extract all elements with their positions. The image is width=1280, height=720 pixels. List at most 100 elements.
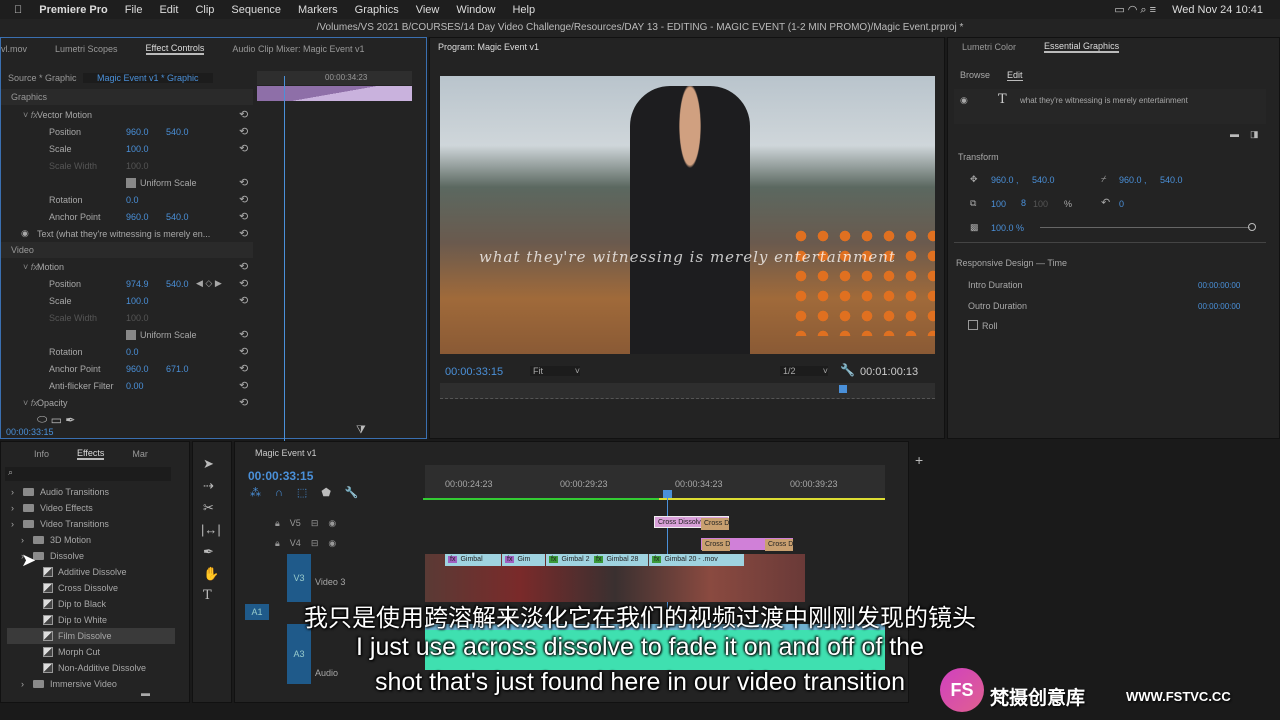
eg-anchor-y[interactable]: 540.0 bbox=[1160, 175, 1183, 185]
prop-value-x[interactable]: 960.0 bbox=[126, 364, 149, 374]
reset-icon[interactable]: ⟲ bbox=[239, 362, 248, 375]
tab-effect-controls[interactable]: Effect Controls bbox=[145, 43, 205, 55]
tab-info[interactable]: Info bbox=[34, 449, 49, 459]
clip-transition[interactable]: Cross D bbox=[701, 518, 729, 530]
sync-icon[interactable]: ⊟ bbox=[311, 538, 319, 549]
reset-icon[interactable]: ⟲ bbox=[239, 210, 248, 223]
clip-transition[interactable]: Cross D bbox=[765, 539, 793, 551]
fit-dropdown[interactable]: Fit ˅ bbox=[530, 366, 580, 376]
prop-value-y[interactable]: 540.0 bbox=[166, 212, 189, 222]
tab-effects[interactable]: Effects bbox=[77, 448, 105, 460]
rect-mask-icon[interactable]: ▭ bbox=[51, 413, 62, 427]
ripple-edit-tool-icon[interactable]: ✂ bbox=[203, 500, 214, 516]
roll-checkbox[interactable] bbox=[968, 320, 978, 330]
clip-v3[interactable]: fx Gimbal 20 - .mov bbox=[649, 554, 744, 566]
menu-markers[interactable]: Markers bbox=[298, 4, 338, 16]
outro-duration-value[interactable]: 00:00:00:00 bbox=[1198, 302, 1240, 311]
chevron-icon[interactable]: › bbox=[21, 535, 33, 545]
layer-text[interactable]: what they're witnessing is merely entert… bbox=[1020, 96, 1188, 105]
eg-anchor-x[interactable]: 960.0 , bbox=[1119, 175, 1147, 185]
tab-lumetri-scopes[interactable]: Lumetri Scopes bbox=[55, 44, 118, 54]
reset-icon[interactable]: ⟲ bbox=[239, 176, 248, 189]
program-scrubber[interactable] bbox=[440, 383, 935, 399]
ec-mini-ruler[interactable]: 00:00:34:23 bbox=[257, 71, 412, 85]
lock-icon[interactable]: 🔒︎ bbox=[275, 518, 280, 529]
reset-icon[interactable]: ⟲ bbox=[239, 345, 248, 358]
checkbox[interactable] bbox=[126, 177, 136, 188]
prop-value-y[interactable]: 540.0 bbox=[166, 127, 189, 137]
timeline-timecode[interactable]: 00:00:33:15 bbox=[248, 469, 313, 483]
opacity-slider-handle[interactable] bbox=[1248, 223, 1256, 231]
effects-list-item[interactable]: Additive Dissolve bbox=[31, 564, 127, 580]
prop-value-x[interactable]: 960.0 bbox=[126, 127, 149, 137]
clip-v3[interactable]: fx Gimbal bbox=[445, 554, 501, 566]
menu-clip[interactable]: Clip bbox=[195, 4, 214, 16]
time-ruler[interactable]: 00:00:24:23 00:00:29:23 00:00:34:23 00:0… bbox=[425, 465, 885, 500]
subtab-browse[interactable]: Browse bbox=[960, 70, 990, 80]
selection-tool-icon[interactable]: ➤ bbox=[203, 456, 214, 472]
reset-icon[interactable]: ⟲ bbox=[239, 125, 248, 138]
prop-value[interactable]: 100.0 bbox=[126, 296, 149, 306]
reset-icon[interactable]: ⟲ bbox=[239, 193, 248, 206]
reset-icon[interactable]: ⟲ bbox=[239, 379, 248, 392]
program-title[interactable]: Program: Magic Event v1 bbox=[438, 42, 539, 52]
eye-icon[interactable]: ◉ bbox=[328, 538, 336, 549]
tab-vl-mov[interactable]: vl.mov bbox=[1, 44, 27, 54]
eg-position-y[interactable]: 540.0 bbox=[1032, 175, 1055, 185]
video-frame[interactable]: what they're witnessing is merely entert… bbox=[440, 76, 935, 354]
prop-value-x[interactable]: 974.9 bbox=[126, 279, 149, 289]
pen-mask-icon[interactable]: ✒ bbox=[65, 413, 75, 427]
resolution-dropdown[interactable]: 1/2 ˅ bbox=[780, 366, 828, 376]
menu-file[interactable]: File bbox=[125, 4, 143, 16]
keyframe-nav-icon[interactable]: ◀ ◇ ▶ bbox=[196, 278, 222, 289]
timeline-tools[interactable]: ⁂∩⬚⬟🔧 bbox=[250, 486, 373, 499]
prop-value[interactable]: 0.0 bbox=[126, 195, 139, 205]
prop-value-y[interactable]: 671.0 bbox=[166, 364, 189, 374]
apple-icon[interactable]:  bbox=[14, 4, 22, 16]
reset-icon[interactable]: ⟲ bbox=[239, 396, 248, 409]
chevron-icon[interactable]: › bbox=[11, 487, 23, 497]
tab-essential-graphics[interactable]: Essential Graphics bbox=[1044, 41, 1120, 53]
clip-transition[interactable]: Cross D bbox=[702, 539, 730, 551]
program-playhead[interactable] bbox=[839, 385, 848, 393]
menu-sequence[interactable]: Sequence bbox=[231, 4, 281, 16]
menu-window[interactable]: Window bbox=[456, 4, 495, 16]
intro-duration-value[interactable]: 00:00:00:00 bbox=[1198, 281, 1240, 290]
menu-view[interactable]: View bbox=[416, 4, 440, 16]
menu-app[interactable]: Premiere Pro bbox=[39, 4, 107, 16]
reset-icon[interactable]: ⟲ bbox=[239, 294, 248, 307]
menu-help[interactable]: Help bbox=[512, 4, 535, 16]
tab-audio-clip-mixer[interactable]: Audio Clip Mixer: Magic Event v1 bbox=[232, 44, 364, 54]
tab-markers[interactable]: Mar bbox=[132, 449, 148, 459]
track-select-tool-icon[interactable]: ⇢ bbox=[203, 478, 214, 494]
eye-icon[interactable]: ◉ bbox=[328, 518, 336, 529]
eg-rotation[interactable]: 0 bbox=[1119, 199, 1124, 209]
new-layer-icon[interactable]: ◨ bbox=[1250, 129, 1259, 140]
pen-tool-icon[interactable]: ✒ bbox=[203, 544, 214, 560]
chevron-icon[interactable]: › bbox=[11, 503, 23, 513]
effects-list-item[interactable]: › 3D Motion bbox=[21, 532, 91, 548]
menu-edit[interactable]: Edit bbox=[159, 4, 178, 16]
reset-icon[interactable]: ⟲ bbox=[239, 328, 248, 341]
filter-icon[interactable]: ⧩ bbox=[356, 424, 366, 437]
hand-tool-icon[interactable]: ✋ bbox=[203, 566, 219, 582]
eye-icon[interactable]: ◉ bbox=[960, 95, 968, 106]
prop-value[interactable]: 100.0 bbox=[126, 144, 149, 154]
reset-icon[interactable]: ⟲ bbox=[239, 142, 248, 155]
prop-value[interactable]: 0.00 bbox=[126, 381, 144, 391]
text-layer-row[interactable]: ◉ Text (what they're witnessing is merely… bbox=[1, 225, 253, 242]
eye-icon[interactable]: ◉ bbox=[21, 228, 29, 239]
sync-icon[interactable]: ⊟ bbox=[311, 518, 319, 529]
new-group-icon[interactable]: ▬ bbox=[1230, 129, 1239, 139]
clip-v3[interactable]: fx Gim bbox=[502, 554, 545, 566]
chevron-icon[interactable]: › bbox=[11, 519, 23, 529]
effects-list-item[interactable]: › Video Transitions bbox=[11, 516, 109, 532]
reset-icon[interactable]: ⟲ bbox=[239, 277, 248, 290]
reset-icon[interactable]: ⟲ bbox=[239, 260, 248, 273]
ellipse-mask-icon[interactable]: ⬭ bbox=[37, 412, 47, 427]
reset-icon[interactable]: ⟲ bbox=[239, 227, 248, 240]
link-icon[interactable]: 8 bbox=[1021, 198, 1026, 208]
menu-graphics[interactable]: Graphics bbox=[355, 4, 399, 16]
effects-list-item[interactable]: › Audio Transitions bbox=[11, 484, 109, 500]
add-button-icon[interactable]: + bbox=[915, 452, 923, 468]
